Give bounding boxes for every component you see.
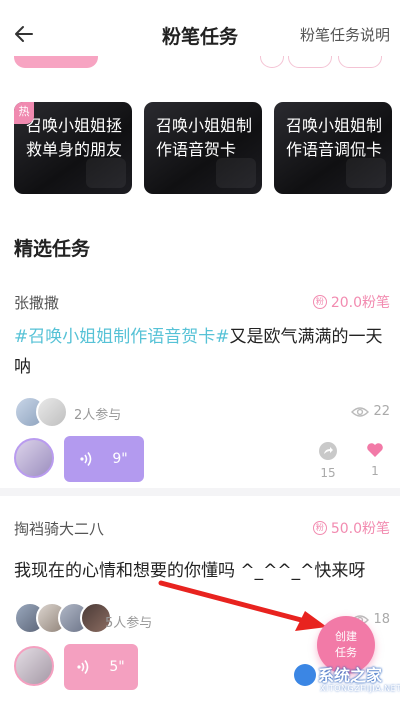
card-background-image — [216, 158, 256, 188]
task-card-label: 召唤小姐姐拯救单身的朋友 — [26, 116, 123, 159]
task-card[interactable]: 召唤小姐姐拯救单身的朋友 热 — [14, 102, 132, 194]
participant-count: 2人参与 — [74, 408, 122, 423]
like-count: 1 — [371, 464, 379, 478]
heart-icon — [367, 443, 383, 457]
post-divider — [0, 488, 400, 496]
card-background-image — [346, 158, 386, 188]
view-count: 22 — [351, 404, 390, 419]
task-card-row: 召唤小姐姐拯救单身的朋友 热 召唤小姐姐制作语音贺卡 召唤小姐姐制作语音调侃卡 — [14, 102, 394, 194]
task-card[interactable]: 召唤小姐姐制作语音调侃卡 — [274, 102, 392, 194]
watermark-logo-icon — [294, 664, 316, 686]
filter-pill-active[interactable] — [14, 56, 98, 68]
post-author[interactable]: 掏裆骑大二八 — [14, 518, 104, 539]
reward-amount: 20.0粉笔 — [330, 295, 390, 311]
task-card-label: 召唤小姐姐制作语音调侃卡 — [286, 116, 383, 159]
task-card-label: 召唤小姐姐制作语音贺卡 — [156, 116, 253, 159]
site-watermark: 系统之家 XITONGZHIJIA.NET — [292, 660, 400, 704]
hot-badge: 热 — [14, 102, 34, 124]
share-button[interactable]: 15 — [318, 442, 338, 480]
annotation-arrow-icon — [158, 580, 327, 631]
post-author[interactable]: 张撒撒 — [14, 292, 59, 313]
reward-badge: 粉 50.0粉笔 — [312, 518, 390, 538]
voice-duration: 5" — [109, 659, 125, 675]
post-content: #召唤小姐姐制作语音贺卡#又是欧气满满的一天呐 — [14, 322, 388, 382]
task-card[interactable]: 召唤小姐姐制作语音贺卡 — [144, 102, 262, 194]
filter-icon-button[interactable] — [260, 56, 284, 68]
sound-wave-icon — [77, 660, 89, 674]
author-avatar[interactable] — [14, 438, 54, 478]
reward-badge: 粉 20.0粉笔 — [312, 292, 390, 312]
author-avatar[interactable] — [14, 646, 54, 686]
task-post[interactable]: 张撒撒 粉 20.0粉笔 #召唤小姐姐制作语音贺卡#又是欧气满满的一天呐 2人参… — [0, 292, 400, 482]
share-count: 15 — [320, 466, 336, 480]
card-background-image — [86, 158, 126, 188]
chalk-coin-icon: 粉 — [312, 521, 327, 535]
filter-pill[interactable] — [338, 56, 382, 68]
filter-pill[interactable] — [288, 56, 332, 68]
voice-duration: 9" — [112, 451, 128, 467]
eye-icon — [351, 406, 370, 417]
create-task-label-line1: 创建 — [335, 630, 357, 643]
avatar — [36, 396, 68, 428]
task-help-link[interactable]: 粉笔任务说明 — [300, 24, 390, 45]
chalk-coin-icon: 粉 — [312, 295, 327, 309]
section-title: 精选任务 — [14, 238, 91, 260]
view-count-value: 18 — [373, 612, 390, 627]
participant-avatars[interactable] — [14, 396, 68, 428]
voice-play-button[interactable]: 9" — [64, 436, 144, 482]
watermark-name: 系统之家 — [318, 666, 383, 685]
scrolled-filter-row — [0, 56, 400, 74]
view-count-value: 22 — [373, 404, 390, 419]
watermark-url: XITONGZHIJIA.NET — [320, 684, 400, 693]
like-button[interactable]: 1 — [366, 442, 384, 478]
participant-count: 5人参与 — [105, 616, 153, 631]
participant-avatars[interactable] — [14, 602, 112, 634]
post-hashtag[interactable]: #召唤小姐姐制作语音贺卡# — [14, 327, 230, 347]
share-icon — [319, 442, 337, 460]
voice-play-button[interactable]: 5" — [64, 644, 138, 690]
reward-amount: 50.0粉笔 — [330, 521, 390, 537]
sound-wave-icon — [80, 452, 92, 466]
create-task-label-line2: 任务 — [335, 646, 357, 659]
